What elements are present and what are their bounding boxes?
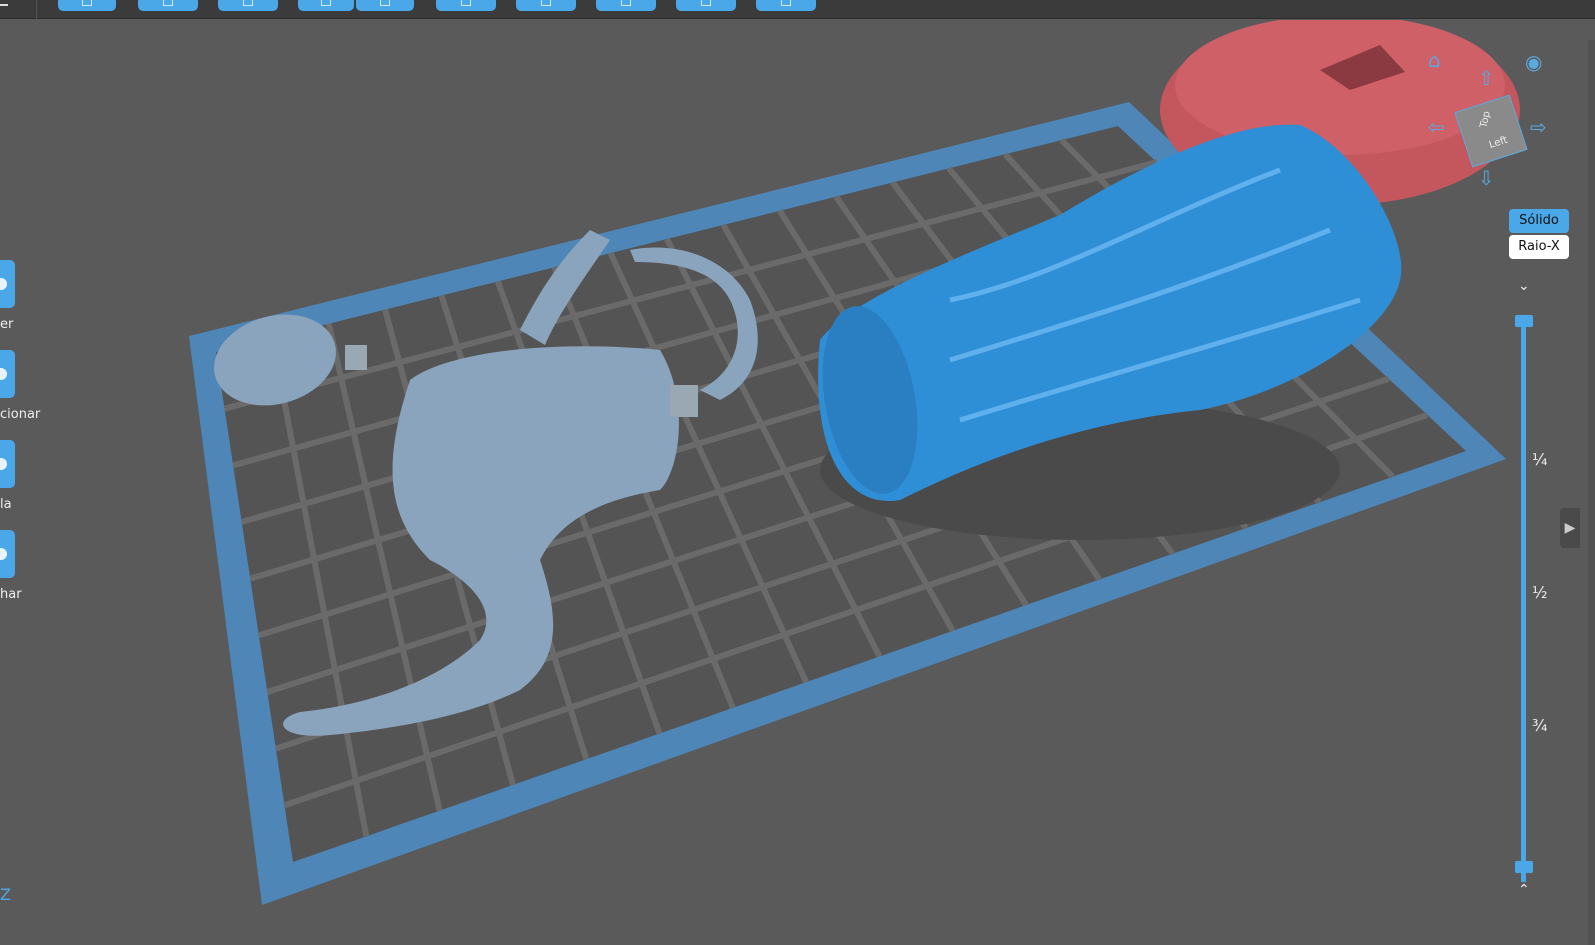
expand-panel-button[interactable]: ▶ [1560, 508, 1580, 548]
toolbar-button-delete[interactable] [436, 0, 496, 11]
axis-indicator: Z [0, 885, 11, 904]
slider-tick-three-quarter: ¾ [1532, 716, 1548, 735]
select-icon [163, 0, 173, 6]
rotate-down-arrow-icon[interactable]: ⇩ [1478, 168, 1495, 188]
scene [189, 20, 1520, 905]
toolbar-button-export[interactable] [756, 0, 816, 11]
rotate-label: cionar [0, 407, 41, 422]
rotate-left-arrow-icon[interactable]: ⇦ [1428, 117, 1445, 137]
toolbar-button-select[interactable] [138, 0, 198, 11]
supports-icon [541, 0, 551, 6]
xray-mode-button[interactable]: Raio-X [1509, 235, 1569, 259]
scale-label: la [0, 497, 12, 512]
toolbar-button-open[interactable] [58, 0, 116, 11]
view-cube-left[interactable]: Left [1488, 135, 1509, 151]
3d-viewport[interactable]: er cionar la har ⌂ ◉ ⇧ ⇦ ⇨ ⇩ Top Left Só… [0, 20, 1595, 945]
right-panel-edge [1588, 40, 1595, 945]
device-icon [621, 0, 631, 6]
chevron-up-icon[interactable]: ⌃ [1518, 882, 1530, 898]
redo-icon [380, 0, 390, 6]
mirror-button[interactable] [0, 530, 15, 578]
toolbar-button-phone[interactable] [596, 0, 656, 11]
top-toolbar [0, 0, 1595, 19]
move-button[interactable] [0, 260, 15, 308]
toolbar-divider [36, 0, 37, 19]
rotate-button[interactable] [0, 350, 15, 398]
home-view-icon[interactable]: ⌂ [1428, 50, 1441, 70]
rotate-right-arrow-icon[interactable]: ⇨ [1530, 117, 1547, 137]
rotate-up-arrow-icon[interactable]: ⇧ [1478, 68, 1495, 88]
undo-icon [321, 0, 331, 6]
layer-slider-top-handle[interactable] [1515, 315, 1533, 327]
slider-tick-half: ½ [1532, 583, 1548, 602]
move-label: er [0, 317, 14, 332]
axis-z-label: Z [0, 885, 11, 904]
model-peg [345, 345, 367, 370]
eye-icon[interactable]: ◉ [1525, 52, 1542, 72]
save-icon [701, 0, 711, 6]
model-red-coin-top [1175, 20, 1505, 155]
open-icon [82, 0, 92, 6]
toolbar-button-save[interactable] [676, 0, 736, 11]
rotate-icon [0, 368, 7, 380]
toolbar-button-undo[interactable] [298, 0, 354, 11]
export-icon [781, 0, 791, 6]
crop-icon [243, 0, 253, 6]
move-icon [0, 278, 7, 290]
view-cube-top[interactable]: Top [1479, 110, 1493, 129]
chevron-down-icon[interactable]: ⌄ [1518, 278, 1530, 294]
solid-mode-button[interactable]: Sólido [1509, 209, 1569, 233]
delete-icon [461, 0, 471, 6]
model-peg [670, 385, 698, 417]
layer-slider-track[interactable] [1521, 320, 1526, 882]
menu-icon[interactable] [0, 4, 8, 6]
slider-tick-quarter: ¼ [1532, 450, 1548, 469]
scale-button[interactable] [0, 440, 15, 488]
toolbar-button-crop[interactable] [218, 0, 278, 11]
mirror-icon [0, 548, 7, 560]
toolbar-button-redo[interactable] [356, 0, 414, 11]
toolbar-button-supports[interactable] [516, 0, 576, 11]
scale-icon [0, 458, 7, 470]
mirror-label: har [0, 587, 22, 602]
layer-slider-bottom-handle[interactable] [1515, 861, 1533, 873]
